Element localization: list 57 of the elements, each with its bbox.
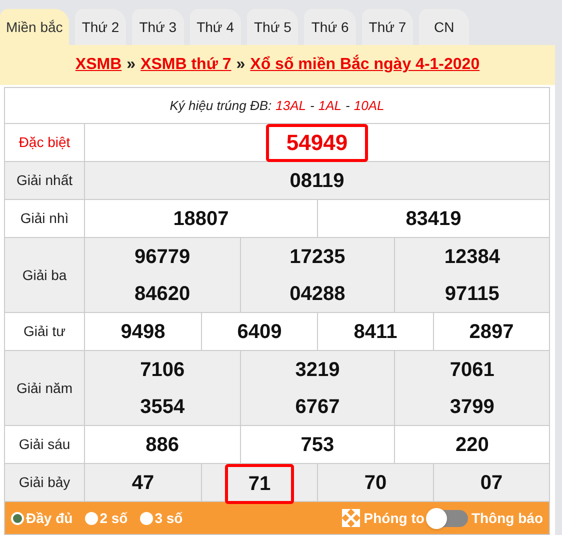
- prize-label: Giải sáu: [5, 426, 85, 463]
- prize-number: 220: [455, 432, 489, 458]
- prize-number: 886: [146, 432, 180, 458]
- tab[interactable]: Thứ 5: [246, 9, 298, 46]
- toggle-switch[interactable]: [428, 510, 468, 526]
- breadcrumb-link[interactable]: Xổ số miền Bắc ngày 4-1-2020: [250, 53, 480, 78]
- prize-number: 97115: [444, 282, 500, 306]
- prize-number: 3219: [295, 358, 340, 382]
- code-value: 13AL: [276, 96, 306, 115]
- prize-number: 04288: [290, 282, 346, 306]
- tab[interactable]: Thứ 6: [304, 9, 356, 46]
- code-value: 1AL: [318, 96, 342, 115]
- toggle-label: Thông báo: [471, 508, 543, 528]
- prize-number: 8411: [354, 320, 398, 344]
- tab[interactable]: Thứ 4: [190, 9, 241, 46]
- prize-number: 17235: [290, 244, 346, 270]
- tab[interactable]: Thứ 7: [362, 9, 414, 46]
- prize-number: 71: [225, 464, 294, 504]
- breadcrumb-separator: »: [126, 55, 136, 76]
- prize-number: 18807: [173, 206, 229, 232]
- prize-number: 9498: [120, 320, 166, 344]
- prize-number: 83419: [406, 206, 462, 232]
- code-separator: -: [346, 96, 350, 115]
- prize-number: 07: [480, 470, 503, 496]
- prize-number: 54949: [266, 124, 368, 162]
- prize-number: 2897: [469, 320, 514, 344]
- prize-number: 70: [364, 470, 387, 496]
- prize-number: 47: [132, 470, 154, 496]
- prize-number: 08119: [290, 168, 344, 194]
- prize-label: Đặc biệt: [5, 124, 85, 161]
- tab[interactable]: CN: [419, 9, 470, 46]
- breadcrumb-link[interactable]: XSMB: [75, 53, 122, 78]
- prize-label: Giải năm: [5, 351, 85, 425]
- prize-label: Giải bảy: [5, 464, 85, 501]
- prize-number: 7106: [140, 358, 185, 382]
- prize-label: Giải ba: [5, 238, 85, 312]
- prize-label: Giải tư: [5, 313, 85, 350]
- prize-number: 96779: [134, 244, 190, 270]
- breadcrumb-link[interactable]: XSMB thứ 7: [140, 53, 232, 78]
- code-label: Ký hiệu trúng ĐB:: [170, 96, 272, 115]
- prize-number: 6767: [295, 394, 340, 420]
- prize-number: 7061: [450, 358, 494, 382]
- prize-number: 753: [300, 432, 334, 458]
- expand-icon[interactable]: [342, 509, 360, 527]
- prize-number: 6409: [237, 320, 282, 344]
- prize-number: 3554: [140, 394, 185, 420]
- breadcrumb-separator: »: [236, 55, 246, 76]
- prize-number: 12384: [444, 244, 500, 270]
- prize-number: 84620: [134, 282, 190, 306]
- tab[interactable]: Thứ 3: [132, 9, 184, 46]
- tab[interactable]: Miền bắc: [0, 9, 69, 46]
- code-separator: -: [310, 96, 314, 115]
- prize-label: Giải nhất: [5, 162, 85, 199]
- prize-label: Giải nhì: [5, 200, 85, 237]
- tab[interactable]: Thứ 2: [74, 9, 126, 46]
- prize-number: 3799: [450, 394, 494, 420]
- code-value: 10AL: [354, 96, 384, 115]
